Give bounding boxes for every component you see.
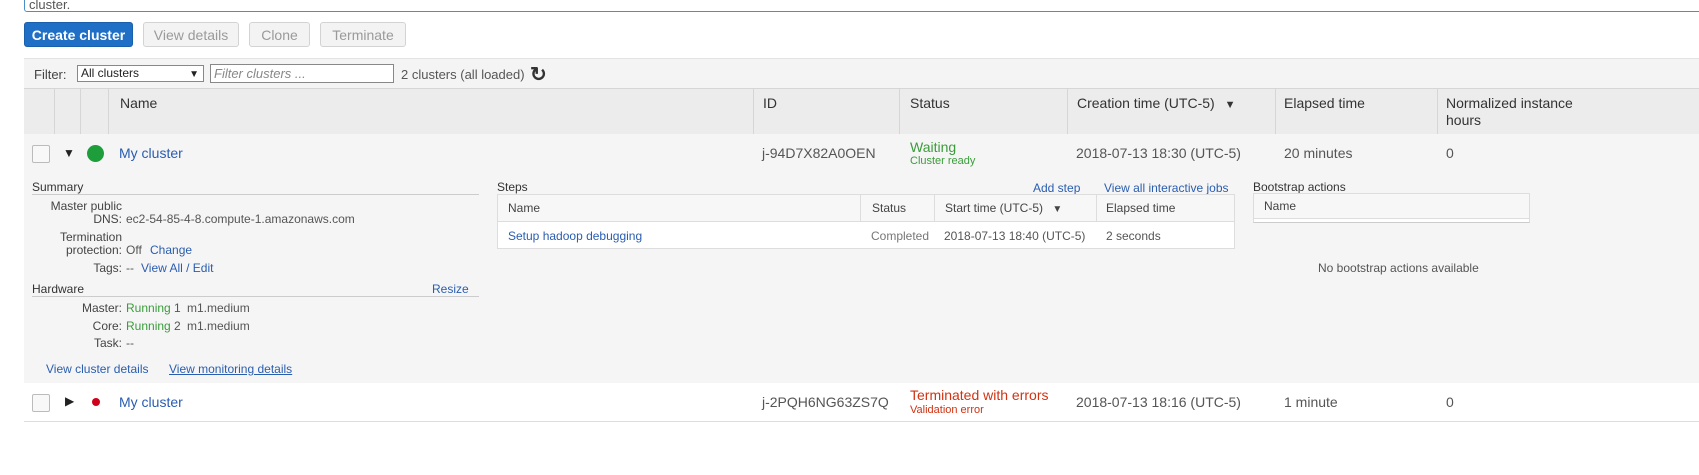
core-label: Core: [92, 319, 122, 333]
termination-value: Off [126, 243, 142, 257]
tags-view-edit-link[interactable]: View All / Edit [141, 261, 213, 275]
cluster-row[interactable]: ▼ My cluster j-94D7X82A0OEN Waiting Clus… [24, 134, 1699, 172]
bootstrap-title: Bootstrap actions [1253, 180, 1346, 194]
bootstrap-col-name[interactable]: Name [1264, 199, 1296, 213]
bootstrap-table-header: Name [1254, 194, 1529, 219]
sort-desc-icon: ▼ [1052, 204, 1063, 215]
master-state: Running [126, 301, 171, 315]
cluster-status-detail: Cluster ready [910, 155, 976, 167]
steps-col-name[interactable]: Name [508, 201, 540, 215]
master-label: Master: [81, 301, 122, 315]
cluster-creation-time: 2018-07-13 18:30 (UTC-5) [1076, 145, 1241, 161]
sort-desc-icon: ▼ [1224, 99, 1236, 111]
view-details-button[interactable]: View details [143, 22, 239, 47]
info-banner-text: cluster. [29, 0, 71, 12]
cluster-status-detail: Validation error [910, 404, 984, 416]
steps-title: Steps [497, 180, 528, 194]
row-checkbox[interactable] [32, 394, 50, 412]
col-name[interactable]: Name [120, 95, 157, 111]
master-type: m1.medium [187, 301, 250, 315]
bootstrap-table: Name [1253, 193, 1530, 223]
resize-link[interactable]: Resize [432, 282, 469, 296]
col-creation-time[interactable]: Creation time (UTC-5) ▼ [1077, 95, 1235, 111]
clone-button[interactable]: Clone [249, 22, 310, 47]
filter-label: Filter: [34, 67, 67, 82]
steps-col-start-label: Start time (UTC-5) [945, 201, 1044, 215]
dns-label-1: Master public [50, 199, 122, 213]
cluster-row[interactable]: ▶ My cluster j-2PQH6NG63ZS7Q Terminated … [24, 383, 1699, 422]
info-banner: cluster. [24, 0, 1699, 12]
step-row[interactable]: Setup hadoop debugging Completed 2018-07… [498, 222, 1234, 248]
dns-label-2: DNS: [93, 212, 122, 226]
cluster-filter-select[interactable]: All clusters ▼ [77, 65, 204, 82]
steps-col-status[interactable]: Status [872, 201, 906, 215]
expand-caret-icon[interactable]: ▶ [65, 394, 74, 408]
col-creation-label: Creation time (UTC-5) [1077, 95, 1215, 111]
cluster-count: 2 clusters (all loaded) [401, 67, 525, 82]
cluster-name-link[interactable]: My cluster [119, 394, 183, 410]
filter-placeholder: Filter clusters ... [214, 66, 306, 81]
steps-col-start[interactable]: Start time (UTC-5) ▼ [945, 201, 1062, 215]
col-elapsed[interactable]: Elapsed time [1284, 95, 1365, 111]
termination-label-1: Termination [59, 230, 122, 244]
status-dot-icon [92, 398, 100, 406]
status-dot-icon [87, 145, 104, 162]
cluster-norm-hours: 0 [1446, 145, 1454, 161]
filter-bar: Filter: All clusters ▼ Filter clusters .… [24, 58, 1699, 89]
cluster-id: j-2PQH6NG63ZS7Q [762, 394, 889, 410]
step-name-link[interactable]: Setup hadoop debugging [508, 229, 642, 243]
steps-table: Name Status Start time (UTC-5) ▼ Elapsed… [497, 194, 1235, 249]
cluster-status: Terminated with errors [910, 387, 1049, 403]
cluster-elapsed: 1 minute [1284, 394, 1338, 410]
steps-table-header: Name Status Start time (UTC-5) ▼ Elapsed… [498, 195, 1234, 222]
step-start-time: 2018-07-13 18:40 (UTC-5) [944, 229, 1086, 243]
summary-divider [32, 194, 479, 195]
cluster-name-link[interactable]: My cluster [119, 145, 183, 161]
view-cluster-details-link[interactable]: View cluster details [46, 362, 149, 376]
hardware-divider [32, 296, 479, 297]
core-count: 2 [174, 319, 181, 333]
cluster-filter-value: All clusters [81, 66, 140, 80]
step-status: Completed [871, 229, 930, 243]
cluster-creation-time: 2018-07-13 18:16 (UTC-5) [1076, 394, 1241, 410]
view-monitoring-details-link[interactable]: View monitoring details [169, 362, 292, 376]
summary-title: Summary [32, 180, 84, 194]
collapse-caret-icon[interactable]: ▼ [63, 146, 75, 160]
termination-label-2: protection: [65, 243, 122, 257]
col-id[interactable]: ID [763, 95, 777, 111]
col-normalized-hours[interactable]: Normalized instance hours [1446, 95, 1576, 129]
add-step-link[interactable]: Add step [1033, 181, 1080, 195]
select-caret-icon: ▼ [189, 69, 199, 80]
core-state: Running [126, 319, 171, 333]
clusters-table-header: Name ID Status Creation time (UTC-5) ▼ E… [24, 88, 1699, 136]
terminate-button[interactable]: Terminate [320, 22, 406, 47]
col-status[interactable]: Status [910, 95, 950, 111]
task-label: Task: [93, 336, 122, 350]
cluster-status: Waiting [910, 139, 957, 155]
master-count: 1 [174, 301, 181, 315]
bootstrap-empty-message: No bootstrap actions available [1318, 261, 1479, 275]
cluster-norm-hours: 0 [1446, 394, 1454, 410]
cluster-elapsed: 20 minutes [1284, 145, 1353, 161]
core-type: m1.medium [187, 319, 250, 333]
hardware-title: Hardware [32, 282, 85, 296]
filter-clusters-input[interactable]: Filter clusters ... [210, 64, 394, 83]
step-elapsed: 2 seconds [1106, 229, 1161, 243]
task-value: -- [126, 336, 134, 350]
termination-change-link[interactable]: Change [150, 243, 192, 257]
create-cluster-button[interactable]: Create cluster [24, 22, 133, 47]
dns-value: ec2-54-85-4-8.compute-1.amazonaws.com [126, 212, 355, 226]
row-checkbox[interactable] [32, 145, 50, 163]
steps-col-elapsed[interactable]: Elapsed time [1106, 201, 1175, 215]
cluster-id: j-94D7X82A0OEN [762, 145, 876, 161]
cluster-detail-panel: Summary Master public DNS: ec2-54-85-4-8… [24, 172, 1699, 384]
tags-value: -- [126, 261, 134, 275]
tags-label: Tags: [93, 261, 122, 275]
refresh-icon[interactable]: ↻ [530, 62, 547, 87]
view-interactive-jobs-link[interactable]: View all interactive jobs [1104, 181, 1229, 195]
